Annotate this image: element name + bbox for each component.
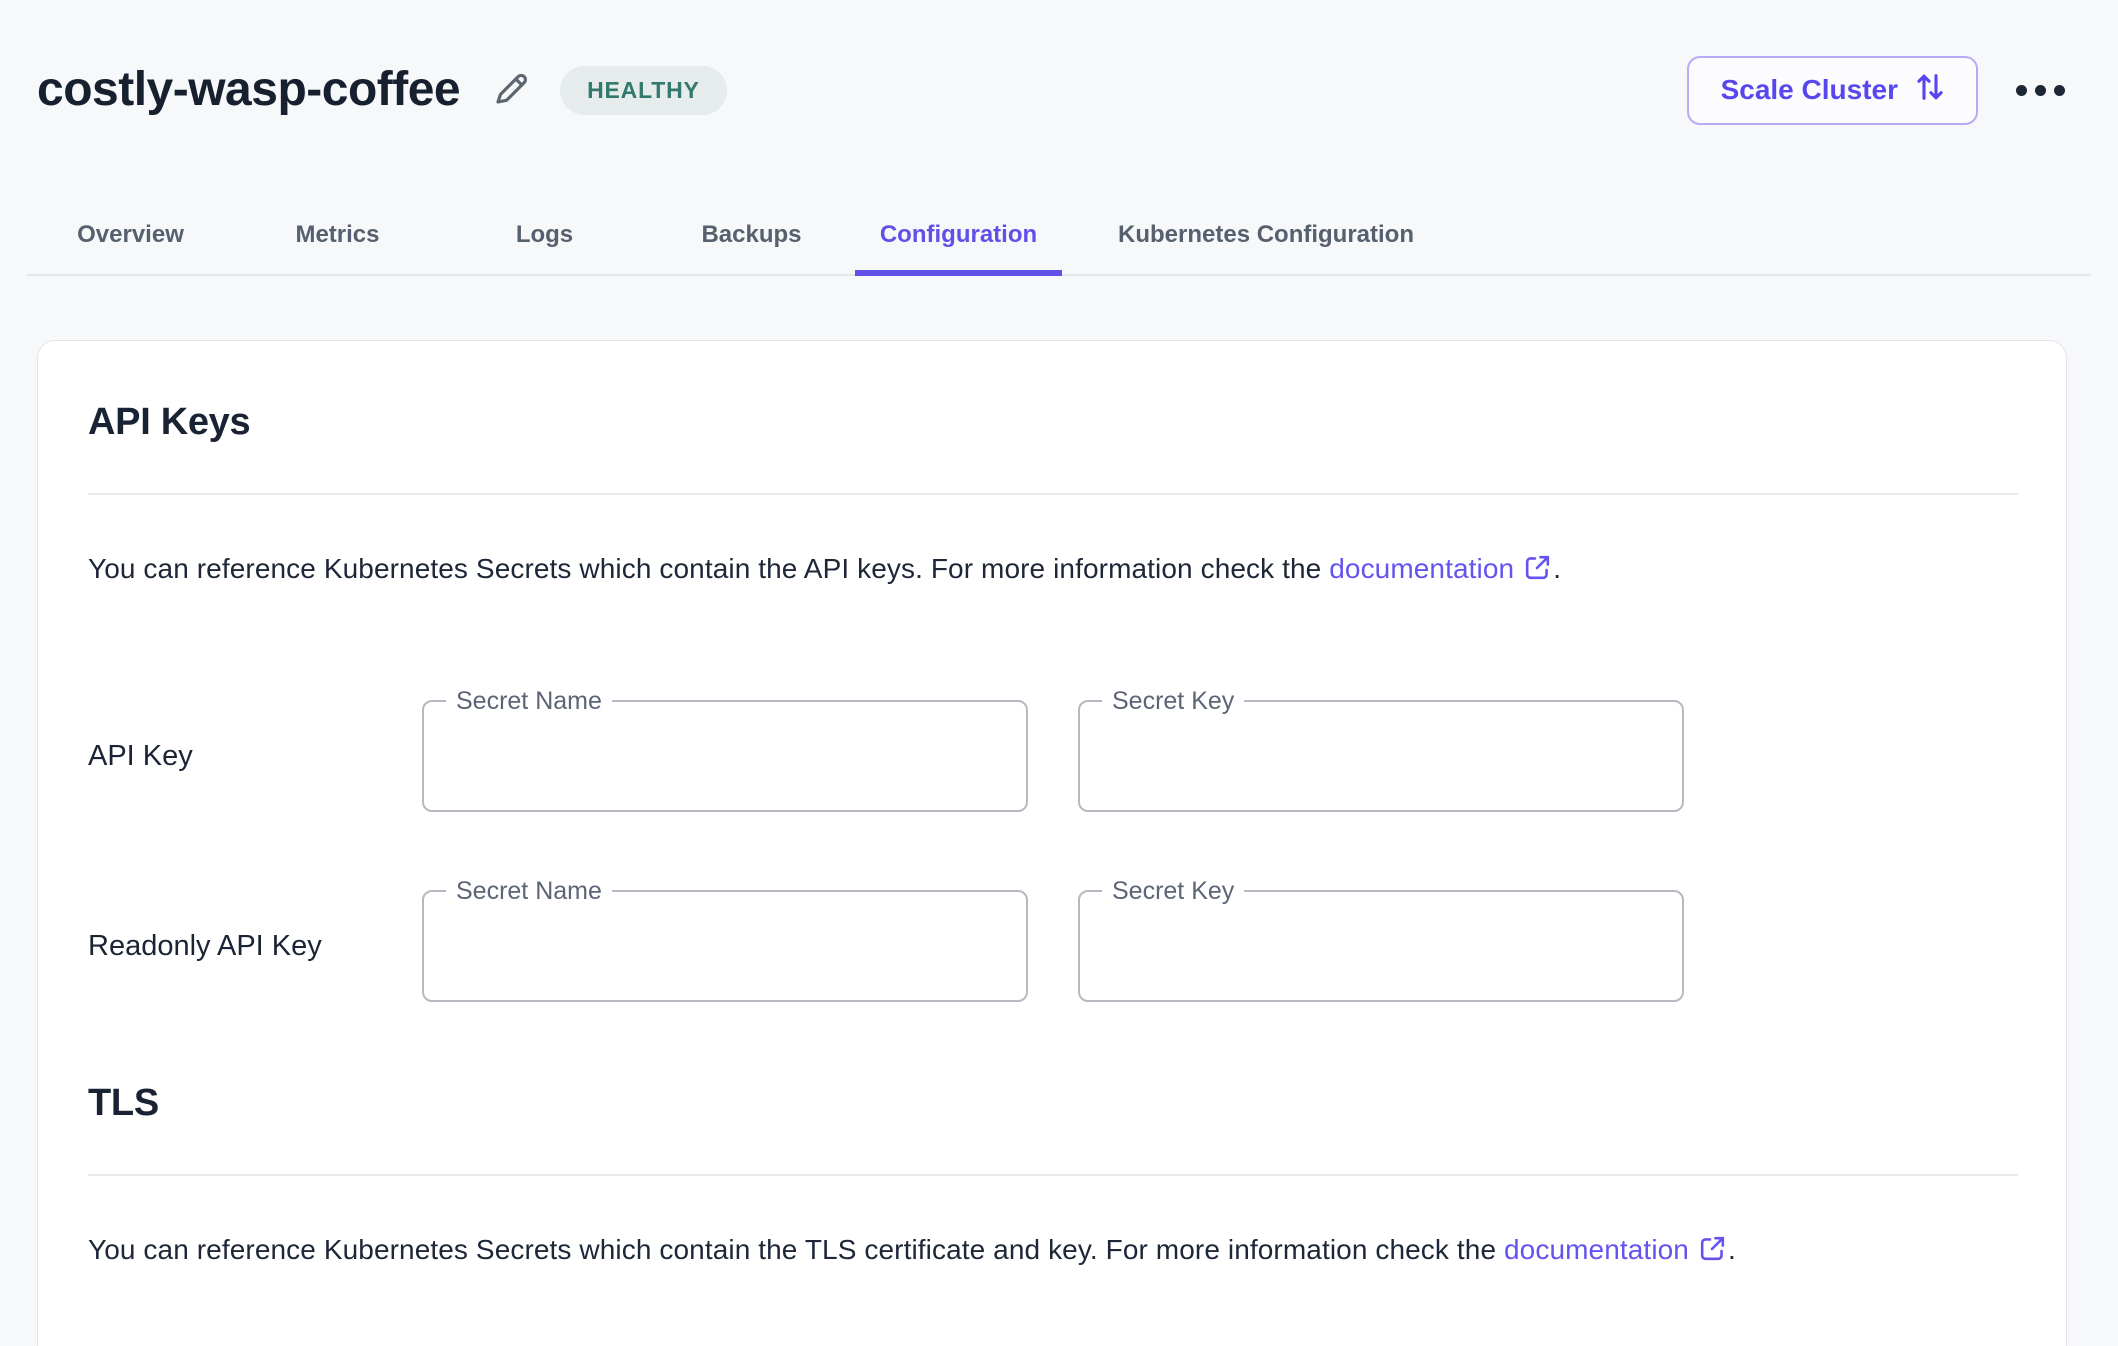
api-keys-heading: API Keys bbox=[88, 399, 2018, 445]
tls-documentation-link[interactable]: documentation bbox=[1504, 1234, 1689, 1265]
field-floating-label: Secret Name bbox=[446, 686, 612, 716]
api-key-secret-key-field: Secret Key bbox=[1078, 700, 1684, 812]
cluster-tabs: Overview Metrics Logs Backups Configurat… bbox=[27, 196, 2091, 276]
tls-description: You can reference Kubernetes Secrets whi… bbox=[88, 1224, 2018, 1281]
status-badge: HEALTHY bbox=[560, 66, 727, 115]
field-floating-label: Secret Name bbox=[446, 876, 612, 906]
api-key-secret-name-input[interactable] bbox=[424, 702, 1026, 810]
readonly-api-key-row: Readonly API Key Secret Name Secret Key bbox=[88, 890, 2018, 1002]
edit-cluster-name-button[interactable] bbox=[490, 69, 532, 111]
external-link-icon[interactable] bbox=[1522, 558, 1553, 589]
scale-arrows-icon bbox=[1912, 69, 1948, 112]
scale-cluster-button-label: Scale Cluster bbox=[1721, 74, 1898, 106]
readonly-api-key-row-label: Readonly API Key bbox=[88, 930, 422, 963]
scale-cluster-button[interactable]: Scale Cluster bbox=[1687, 56, 1978, 125]
active-tab-indicator bbox=[855, 270, 1062, 276]
ellipsis-icon bbox=[2016, 85, 2027, 96]
tab-overview[interactable]: Overview bbox=[27, 196, 234, 274]
page-title: costly-wasp-coffee bbox=[37, 54, 460, 126]
tab-backups[interactable]: Backups bbox=[648, 196, 855, 274]
pencil-icon bbox=[491, 69, 531, 112]
tab-kubernetes-configuration[interactable]: Kubernetes Configuration bbox=[1062, 196, 1470, 274]
cluster-header: costly-wasp-coffee HEALTHY Scale Cluster bbox=[37, 52, 2067, 128]
api-keys-documentation-link[interactable]: documentation bbox=[1329, 553, 1514, 584]
tab-configuration[interactable]: Configuration bbox=[855, 196, 1062, 274]
section-divider bbox=[88, 1174, 2018, 1176]
more-options-button[interactable] bbox=[2014, 75, 2067, 106]
api-keys-form: API Key Secret Name Secret Key Readonly … bbox=[88, 700, 2018, 1002]
api-key-secret-key-input[interactable] bbox=[1080, 702, 1682, 810]
field-floating-label: Secret Key bbox=[1102, 876, 1244, 906]
readonly-api-key-secret-name-field: Secret Name bbox=[422, 890, 1028, 1002]
external-link-icon[interactable] bbox=[1697, 1239, 1728, 1270]
api-key-row: API Key Secret Name Secret Key bbox=[88, 700, 2018, 812]
tab-metrics[interactable]: Metrics bbox=[234, 196, 441, 274]
api-key-row-label: API Key bbox=[88, 740, 422, 773]
tls-heading: TLS bbox=[88, 1080, 2018, 1126]
api-key-secret-name-field: Secret Name bbox=[422, 700, 1028, 812]
readonly-api-key-secret-key-input[interactable] bbox=[1080, 892, 1682, 1000]
api-keys-description: You can reference Kubernetes Secrets whi… bbox=[88, 543, 2018, 600]
tab-logs[interactable]: Logs bbox=[441, 196, 648, 274]
readonly-api-key-secret-name-input[interactable] bbox=[424, 892, 1026, 1000]
readonly-api-key-secret-key-field: Secret Key bbox=[1078, 890, 1684, 1002]
configuration-panel: API Keys You can reference Kubernetes Se… bbox=[37, 340, 2067, 1346]
section-divider bbox=[88, 493, 2018, 495]
field-floating-label: Secret Key bbox=[1102, 686, 1244, 716]
